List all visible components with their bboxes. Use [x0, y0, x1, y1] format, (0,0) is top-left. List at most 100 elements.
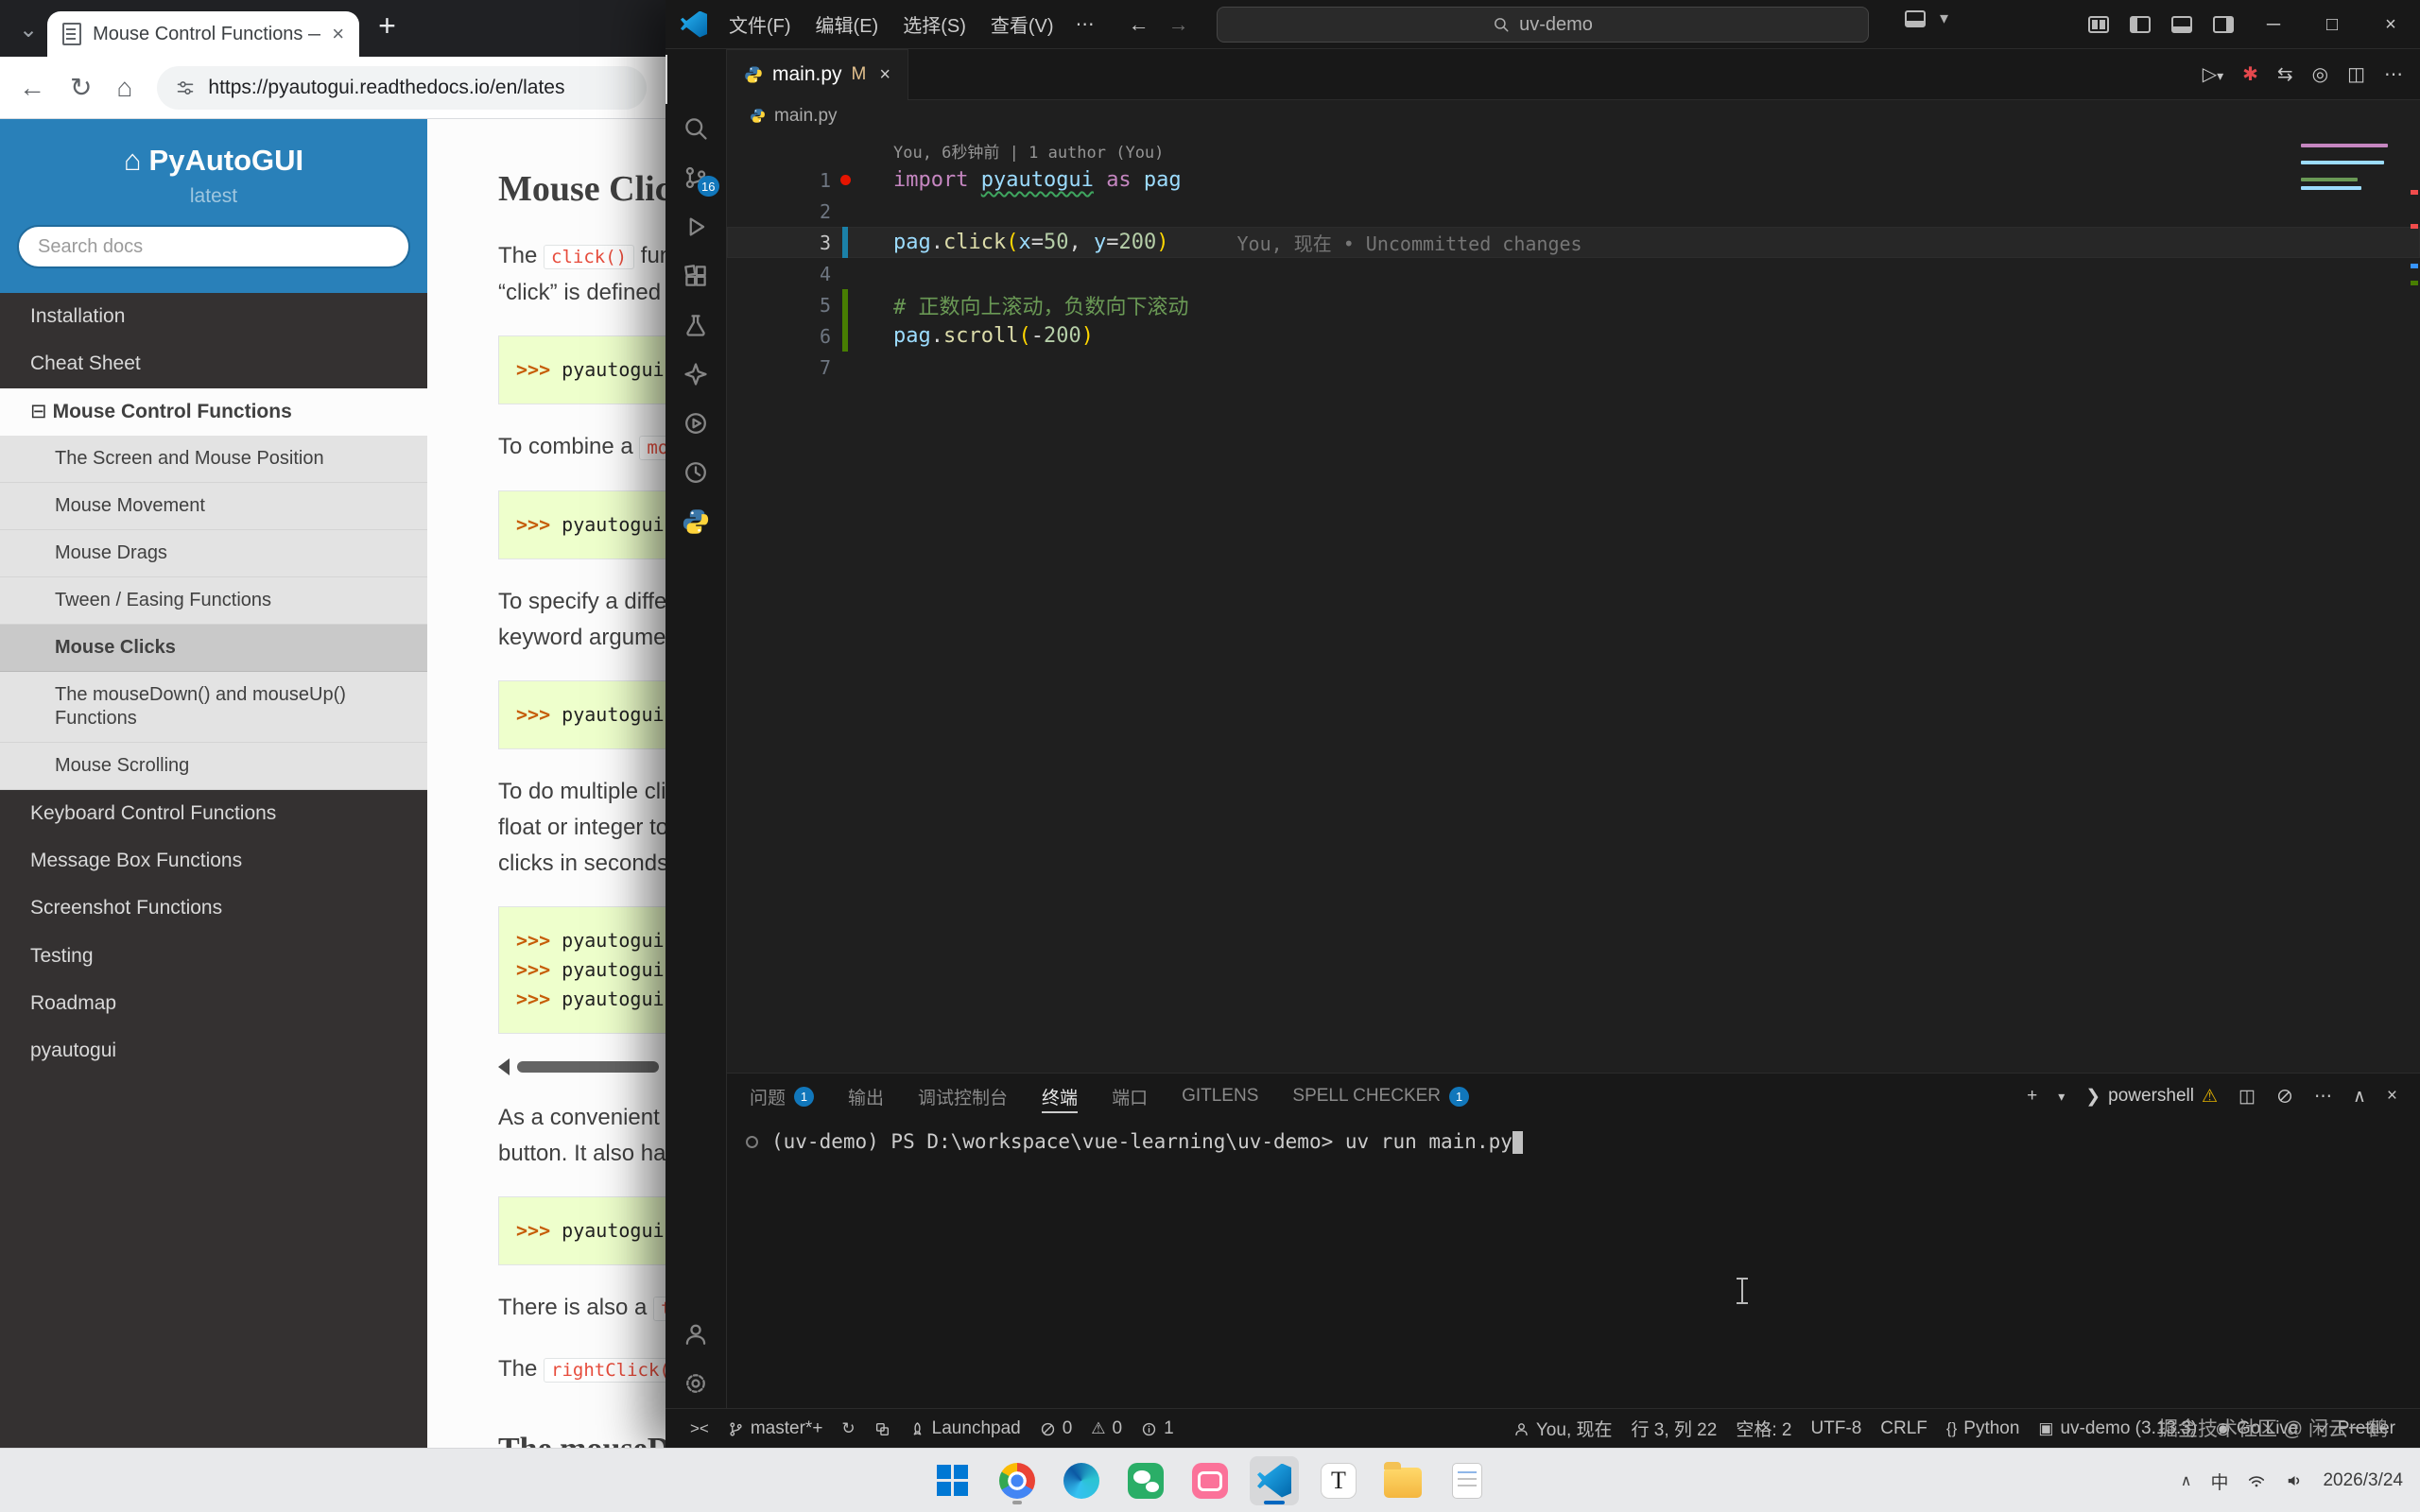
minimize-button[interactable]: ─: [2244, 0, 2303, 49]
toggle-sidebar-icon[interactable]: [2130, 16, 2151, 33]
menu-edit[interactable]: 编辑(E): [804, 5, 891, 43]
sidebar-item-keyboard-control-functions[interactable]: Keyboard Control Functions: [0, 790, 427, 837]
close-button[interactable]: ×: [2361, 0, 2420, 49]
run-python-file-button[interactable]: ▷▾: [2203, 62, 2223, 86]
maximize-button[interactable]: □: [2303, 0, 2361, 49]
taskbar-typora[interactable]: T: [1314, 1456, 1363, 1505]
python-profile-icon[interactable]: ✱: [2242, 62, 2258, 86]
taskbar-clock[interactable]: 2026/3/24: [2323, 1470, 2403, 1492]
sidebar-item-message-box-functions[interactable]: Message Box Functions: [0, 837, 427, 885]
sidebar-item-mouse-clicks[interactable]: Mouse Clicks: [0, 625, 427, 672]
settings-icon[interactable]: [666, 1359, 727, 1408]
sidebar-item-mouse-movement[interactable]: Mouse Movement: [0, 483, 427, 530]
toggle-panel-icon[interactable]: [2171, 16, 2192, 33]
sidebar-item-mouse-control-functions[interactable]: ⊟Mouse Control Functions: [0, 388, 427, 436]
panel-tab-问题[interactable]: 问题1: [750, 1074, 814, 1119]
eol[interactable]: CRLF: [1871, 1418, 1937, 1439]
taskbar-explorer[interactable]: [1378, 1456, 1427, 1505]
extensions-icon[interactable]: [666, 251, 727, 301]
encoding[interactable]: UTF-8: [1801, 1418, 1871, 1439]
sidebar-item-the-mousedown-and-mouseup-functions[interactable]: The mouseDown() and mouseUp() Functions: [0, 672, 427, 743]
sidebar-item-screenshot-functions[interactable]: Screenshot Functions: [0, 885, 427, 932]
search-icon[interactable]: [666, 104, 727, 153]
taskbar-chrome[interactable]: [993, 1456, 1042, 1505]
sidebar-item-cheat-sheet[interactable]: Cheat Sheet: [0, 340, 427, 387]
codelens-annotation[interactable]: You, 6秒钟前 | 1 author (You): [893, 139, 2420, 163]
menu-view[interactable]: 查看(V): [978, 5, 1066, 43]
terminal[interactable]: (uv-demo) PS D:\workspace\vue-learning\u…: [727, 1119, 2420, 1408]
sidebar-item-testing[interactable]: Testing: [0, 933, 427, 980]
code-line-2[interactable]: 2: [727, 196, 2420, 227]
site-settings-icon[interactable]: [176, 78, 195, 97]
terminal-dropdown-icon[interactable]: ▾: [2058, 1089, 2065, 1105]
volume-icon[interactable]: [2285, 1470, 2304, 1491]
taskbar-wechat[interactable]: [1121, 1456, 1170, 1505]
scroll-left-icon[interactable]: [498, 1058, 510, 1075]
menu-file[interactable]: 文件(F): [717, 5, 804, 43]
indentation[interactable]: 空格: 2: [1726, 1416, 1801, 1441]
tab-search-icon[interactable]: ⌄: [19, 16, 38, 43]
wifi-icon[interactable]: [2247, 1470, 2266, 1491]
code-line-4[interactable]: 4: [727, 258, 2420, 289]
source-control-icon[interactable]: 16: [666, 153, 727, 202]
sidebar-item-mouse-drags[interactable]: Mouse Drags: [0, 530, 427, 577]
code-editor[interactable]: You, 6秒钟前 | 1 author (You) 1import pyaut…: [727, 131, 2420, 1073]
git-branch[interactable]: master*+: [718, 1418, 833, 1439]
problems-errors[interactable]: 0: [1030, 1418, 1082, 1439]
maximize-panel-icon[interactable]: ∧: [2353, 1086, 2366, 1108]
run-debug-icon[interactable]: [666, 202, 727, 251]
sidebar-item-installation[interactable]: Installation: [0, 293, 427, 340]
panel-tab-终端[interactable]: 终端: [1042, 1074, 1078, 1119]
tray-expand-icon[interactable]: ∧: [2181, 1471, 2192, 1490]
code-line-5[interactable]: 5# 正数向上滚动，负数向下滚动: [727, 289, 2420, 320]
sidebar-item-roadmap[interactable]: Roadmap: [0, 980, 427, 1027]
panel-tab-端口[interactable]: 端口: [1112, 1074, 1148, 1119]
new-tab-button[interactable]: +: [378, 9, 396, 43]
home-button[interactable]: ⌂: [116, 73, 132, 103]
refresh-button[interactable]: ↻: [70, 72, 92, 103]
new-terminal-button[interactable]: +: [2027, 1086, 2037, 1107]
breadcrumb[interactable]: main.py: [727, 100, 2420, 131]
gitlens-compare[interactable]: [865, 1419, 900, 1438]
code-runner-icon[interactable]: [666, 399, 727, 448]
sidebar-item-the-screen-and-mouse-position[interactable]: The Screen and Mouse Position: [0, 436, 427, 483]
gitlens-icon[interactable]: [666, 350, 727, 399]
panel-tab-调试控制台[interactable]: 调试控制台: [918, 1074, 1008, 1119]
sidebar-item-tween-easing-functions[interactable]: Tween / Easing Functions: [0, 577, 427, 625]
split-terminal-icon[interactable]: ◫: [2238, 1086, 2256, 1108]
python-icon[interactable]: [666, 497, 727, 546]
taskbar-vscode[interactable]: [1250, 1456, 1299, 1505]
kill-terminal-icon[interactable]: [2276, 1086, 2293, 1107]
blame-status[interactable]: You, 现在: [1504, 1416, 1622, 1441]
problems-info[interactable]: 1: [1132, 1418, 1184, 1439]
address-bar[interactable]: https://pyautogui.readthedocs.io/en/late…: [157, 66, 647, 110]
tab-close-icon[interactable]: ×: [879, 64, 890, 86]
history-icon[interactable]: [666, 448, 727, 497]
terminal-instance-powershell[interactable]: ❯powershell⚠: [2085, 1086, 2218, 1108]
taskbar-bilibili[interactable]: [1185, 1456, 1235, 1505]
toggle-secondary-sidebar-icon[interactable]: [2213, 16, 2234, 33]
more-actions-icon[interactable]: ⋯: [2384, 62, 2403, 86]
sidebar-item-mouse-scrolling[interactable]: Mouse Scrolling: [0, 743, 427, 790]
panel-tab-gitlens[interactable]: GITLENS: [1182, 1074, 1258, 1119]
nav-forward-icon[interactable]: →: [1168, 12, 1189, 37]
open-changes-icon[interactable]: ⇆: [2277, 62, 2293, 86]
remote-indicator[interactable]: ><: [681, 1419, 718, 1438]
split-editor-icon[interactable]: ◫: [2347, 62, 2365, 86]
menu-more[interactable]: ⋯: [1066, 7, 1104, 42]
explorer-icon[interactable]: undefined: [666, 55, 727, 104]
browser-tab[interactable]: Mouse Control Functions — ×: [47, 11, 359, 57]
account-icon[interactable]: [666, 1310, 727, 1359]
code-line-3[interactable]: 3pag.click(x=50, y=200)You, 现在 • Uncommi…: [727, 227, 2420, 258]
nav-back-icon[interactable]: ←: [1129, 12, 1150, 37]
customize-layout-icon[interactable]: [2088, 16, 2109, 33]
code-line-6[interactable]: 6pag.scroll(-200): [727, 320, 2420, 352]
problems-warnings[interactable]: ⚠0: [1081, 1418, 1132, 1439]
menu-selection[interactable]: 选择(S): [890, 5, 978, 43]
editor-tab-mainpy[interactable]: main.py M ×: [727, 49, 908, 100]
back-button[interactable]: ←: [19, 73, 45, 103]
command-center-search[interactable]: uv-demo: [1217, 7, 1869, 43]
ime-indicator[interactable]: 中: [2210, 1469, 2228, 1494]
search-docs-input[interactable]: [17, 225, 410, 268]
goto-symbol-icon[interactable]: ◎: [2312, 62, 2328, 86]
